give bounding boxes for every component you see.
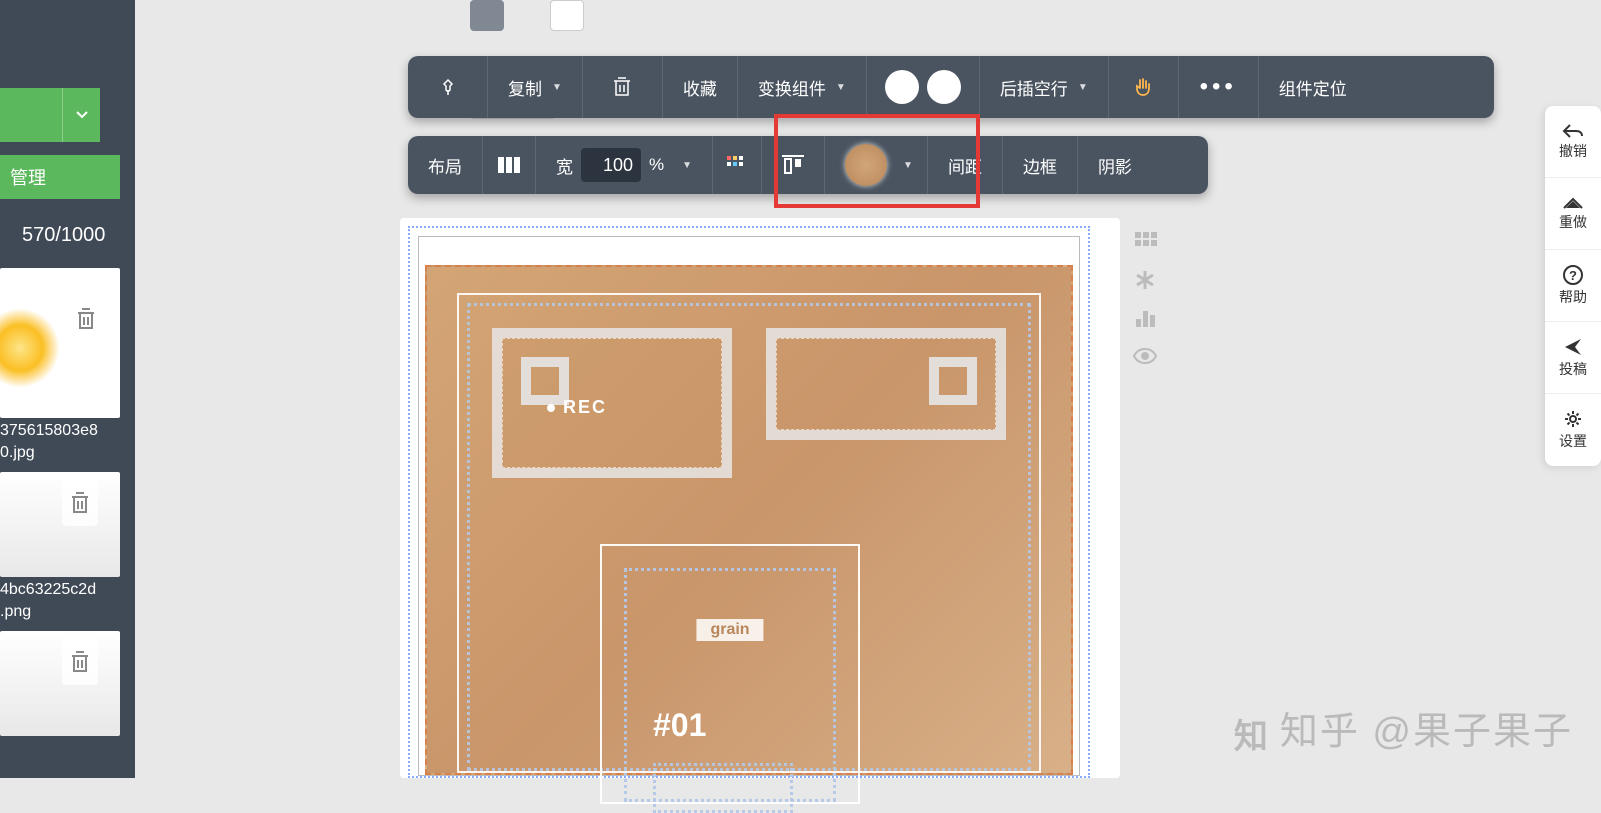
color-swatch-1[interactable] [885, 70, 919, 104]
rec-frame-right[interactable] [766, 328, 1006, 440]
pin-button[interactable] [408, 56, 488, 118]
grain-label: grain [696, 619, 763, 641]
color-swatch-2[interactable] [927, 70, 961, 104]
chevron-down-icon[interactable] [62, 88, 100, 142]
help-icon: ? [1563, 265, 1583, 285]
copy-button[interactable]: 复制▼ [488, 56, 583, 118]
redo-icon [1562, 196, 1584, 210]
shadow-button[interactable]: 阴影 [1078, 136, 1152, 194]
toggle-off[interactable] [550, 0, 584, 31]
right-action-panel: 撤销 重做 ? 帮助 投稿 设置 [1545, 106, 1601, 466]
width-label: 宽 [556, 153, 573, 178]
canvas-side-tools [1131, 228, 1159, 370]
bg-swatch-button[interactable]: ▼ [825, 136, 928, 194]
trash-icon [612, 76, 632, 98]
stats-button[interactable] [1131, 304, 1159, 332]
trash-icon [76, 307, 96, 331]
favorite-button[interactable]: 收藏 [663, 56, 738, 118]
preview-button[interactable] [1131, 342, 1159, 370]
undo-button[interactable]: 撤销 [1545, 106, 1601, 178]
pin-icon [439, 78, 457, 96]
layout-button[interactable]: 布局 [408, 136, 483, 194]
thumbnail-item[interactable]: 4bc63225c2d .png [0, 472, 130, 621]
trash-icon [70, 491, 90, 515]
width-group: 宽 % ▼ [536, 136, 713, 194]
grid-view-button[interactable] [1131, 228, 1159, 256]
send-icon [1563, 337, 1583, 357]
align-top-icon [782, 154, 804, 176]
spacing-button[interactable]: 间距 [928, 136, 1003, 194]
background-component[interactable]: REC grain #01 [425, 265, 1073, 775]
submit-button[interactable]: 投稿 [1545, 322, 1601, 394]
left-sidebar: 管理 570/1000 375615803e8 0.jpg 4bc63225c2… [0, 0, 135, 778]
thumbnail-filename: 375615803e8 [0, 422, 130, 440]
rec-frame-left[interactable]: REC [492, 328, 732, 478]
hash-number: #01 [653, 707, 706, 744]
rec-label: REC [547, 397, 607, 418]
chevron-down-icon[interactable]: ▼ [903, 160, 913, 171]
toggle-on[interactable] [470, 0, 504, 31]
asterisk-button[interactable] [1131, 266, 1159, 294]
transform-button[interactable]: 变换组件▼ [738, 56, 867, 118]
trash-icon [70, 650, 90, 674]
thumbnail-filename: 4bc63225c2d [0, 581, 130, 599]
watermark: 知知乎 @果子果子 [1234, 700, 1573, 758]
thumbnail-ext: 0.jpg [0, 444, 130, 462]
sidebar-primary-button[interactable] [0, 88, 100, 142]
thumbnail-list: 375615803e8 0.jpg 4bc63225c2d .png [0, 268, 130, 746]
asterisk-icon [1134, 269, 1156, 291]
main-toolbar: 复制▼ 收藏 变换组件▼ 后插空行▼ ••• 组件定位 [408, 56, 1494, 118]
help-button[interactable]: ? 帮助 [1545, 250, 1601, 322]
more-icon: ••• [1200, 73, 1237, 101]
hand-icon [1132, 76, 1154, 98]
gear-icon [1563, 409, 1583, 429]
zhihu-logo-icon: 知 [1234, 709, 1270, 758]
center-frame[interactable]: grain #01 [600, 544, 860, 804]
width-unit: % [649, 155, 664, 175]
more-button[interactable]: ••• [1179, 56, 1259, 118]
insert-after-button[interactable]: 后插空行▼ [980, 56, 1109, 118]
delete-thumb-button[interactable] [68, 296, 104, 342]
locate-button[interactable]: 组件定位 [1259, 56, 1367, 118]
manage-button[interactable]: 管理 [0, 155, 120, 199]
align-button[interactable] [762, 136, 825, 194]
canvas-area[interactable]: REC grain #01 [400, 218, 1120, 778]
undo-icon [1562, 123, 1584, 139]
background-swatch[interactable] [845, 144, 887, 186]
bar-chart-icon [1134, 307, 1156, 329]
width-input[interactable] [581, 148, 641, 182]
thumbnail-item[interactable]: 375615803e8 0.jpg [0, 268, 130, 462]
redo-button[interactable]: 重做 [1545, 178, 1601, 250]
chevron-down-icon[interactable]: ▼ [682, 160, 692, 171]
top-controls: 设置标签 [450, 0, 1090, 30]
columns-icon [497, 156, 521, 174]
border-button[interactable]: 边框 [1003, 136, 1078, 194]
color-circles[interactable] [867, 56, 980, 118]
thumbnail-ext: .png [0, 603, 130, 621]
eye-icon [1132, 347, 1158, 365]
delete-thumb-button[interactable] [62, 480, 98, 526]
thumbnail-item[interactable] [0, 631, 130, 736]
grid-icon [727, 156, 747, 174]
grid-button[interactable] [713, 136, 762, 194]
delete-thumb-button[interactable] [62, 639, 98, 685]
pointer-button[interactable] [1109, 56, 1179, 118]
svg-text:?: ? [1569, 268, 1577, 283]
columns-button[interactable] [483, 136, 536, 194]
asset-count: 570/1000 [22, 224, 105, 247]
grid-icon [1133, 230, 1157, 254]
delete-button[interactable] [583, 56, 663, 118]
layout-toolbar: 布局 宽 % ▼ ▼ 间距 边框 阴影 [408, 136, 1208, 194]
settings-button[interactable]: 设置 [1545, 394, 1601, 466]
